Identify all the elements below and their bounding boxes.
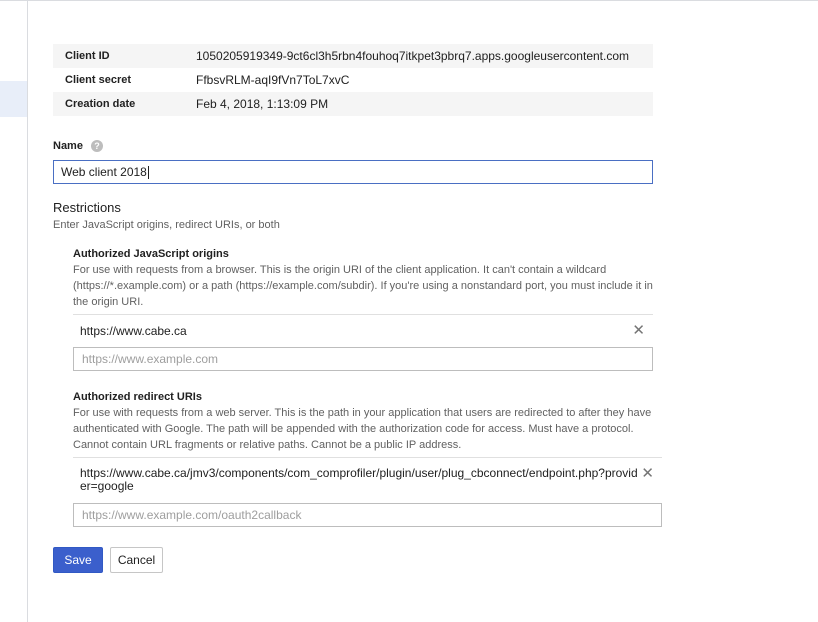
creation-date-label: Creation date	[65, 98, 136, 110]
form-actions: Save Cancel	[53, 547, 673, 573]
creation-date-value: Feb 4, 2018, 1:13:09 PM	[196, 97, 329, 111]
client-secret-label: Client secret	[65, 74, 132, 86]
redirect-uri-input[interactable]: https://www.example.com/oauth2callback	[73, 503, 662, 527]
js-origin-placeholder: https://www.example.com	[82, 352, 219, 366]
restrictions-title: Restrictions	[53, 200, 121, 215]
client-secret-row: Client secret FfbsvRLM-aqI9fVn7ToL7xvC	[53, 68, 653, 92]
client-info-table: Client ID 1050205919349-9ct6cl3h5rbn4fou…	[53, 44, 653, 116]
left-rail-selected-item[interactable]	[0, 81, 27, 117]
redirect-uri-placeholder: https://www.example.com/oauth2callback	[82, 508, 302, 522]
redirect-uri-entry: https://www.cabe.ca/jmv3/components/com_…	[73, 457, 662, 503]
js-origins-section: Authorized JavaScript origins For use wi…	[73, 248, 662, 371]
oauth-client-editor: Client ID 1050205919349-9ct6cl3h5rbn4fou…	[53, 44, 673, 573]
top-border	[0, 0, 818, 1]
js-origins-description: For use with requests from a browser. Th…	[73, 264, 653, 308]
help-icon[interactable]: ?	[90, 140, 103, 152]
remove-js-origin-icon[interactable]: ✕	[632, 323, 645, 338]
client-id-value: 1050205919349-9ct6cl3h5rbn4fouhoq7itkpet…	[196, 49, 630, 63]
js-origin-entry: https://www.cabe.ca ✕	[73, 314, 653, 347]
name-input-value: Web client 2018	[61, 165, 147, 179]
name-label: Name	[53, 140, 83, 152]
restrictions-subtitle: Enter JavaScript origins, redirect URIs,…	[53, 219, 280, 231]
js-origin-input[interactable]: https://www.example.com	[73, 347, 653, 371]
save-button[interactable]: Save	[53, 547, 103, 573]
client-secret-value: FfbsvRLM-aqI9fVn7ToL7xvC	[196, 73, 350, 87]
cancel-button[interactable]: Cancel	[110, 547, 163, 573]
js-origins-title: Authorized JavaScript origins	[73, 248, 229, 260]
left-navigation-rail	[0, 1, 28, 622]
redirect-uri-entry-text: https://www.cabe.ca/jmv3/components/com_…	[80, 466, 638, 493]
name-field-label-row: Name ?	[53, 138, 673, 154]
redirect-uris-section: Authorized redirect URIs For use with re…	[73, 391, 662, 527]
redirect-uris-description: For use with requests from a web server.…	[73, 407, 652, 451]
js-origin-entry-text: https://www.cabe.ca	[80, 324, 187, 338]
name-input[interactable]: Web client 2018	[53, 160, 653, 184]
redirect-uris-title: Authorized redirect URIs	[73, 391, 202, 403]
creation-date-row: Creation date Feb 4, 2018, 1:13:09 PM	[53, 92, 653, 116]
client-id-row: Client ID 1050205919349-9ct6cl3h5rbn4fou…	[53, 44, 653, 68]
remove-redirect-uri-icon[interactable]: ✕	[641, 466, 654, 481]
client-id-label: Client ID	[65, 50, 110, 62]
text-caret	[147, 165, 149, 179]
